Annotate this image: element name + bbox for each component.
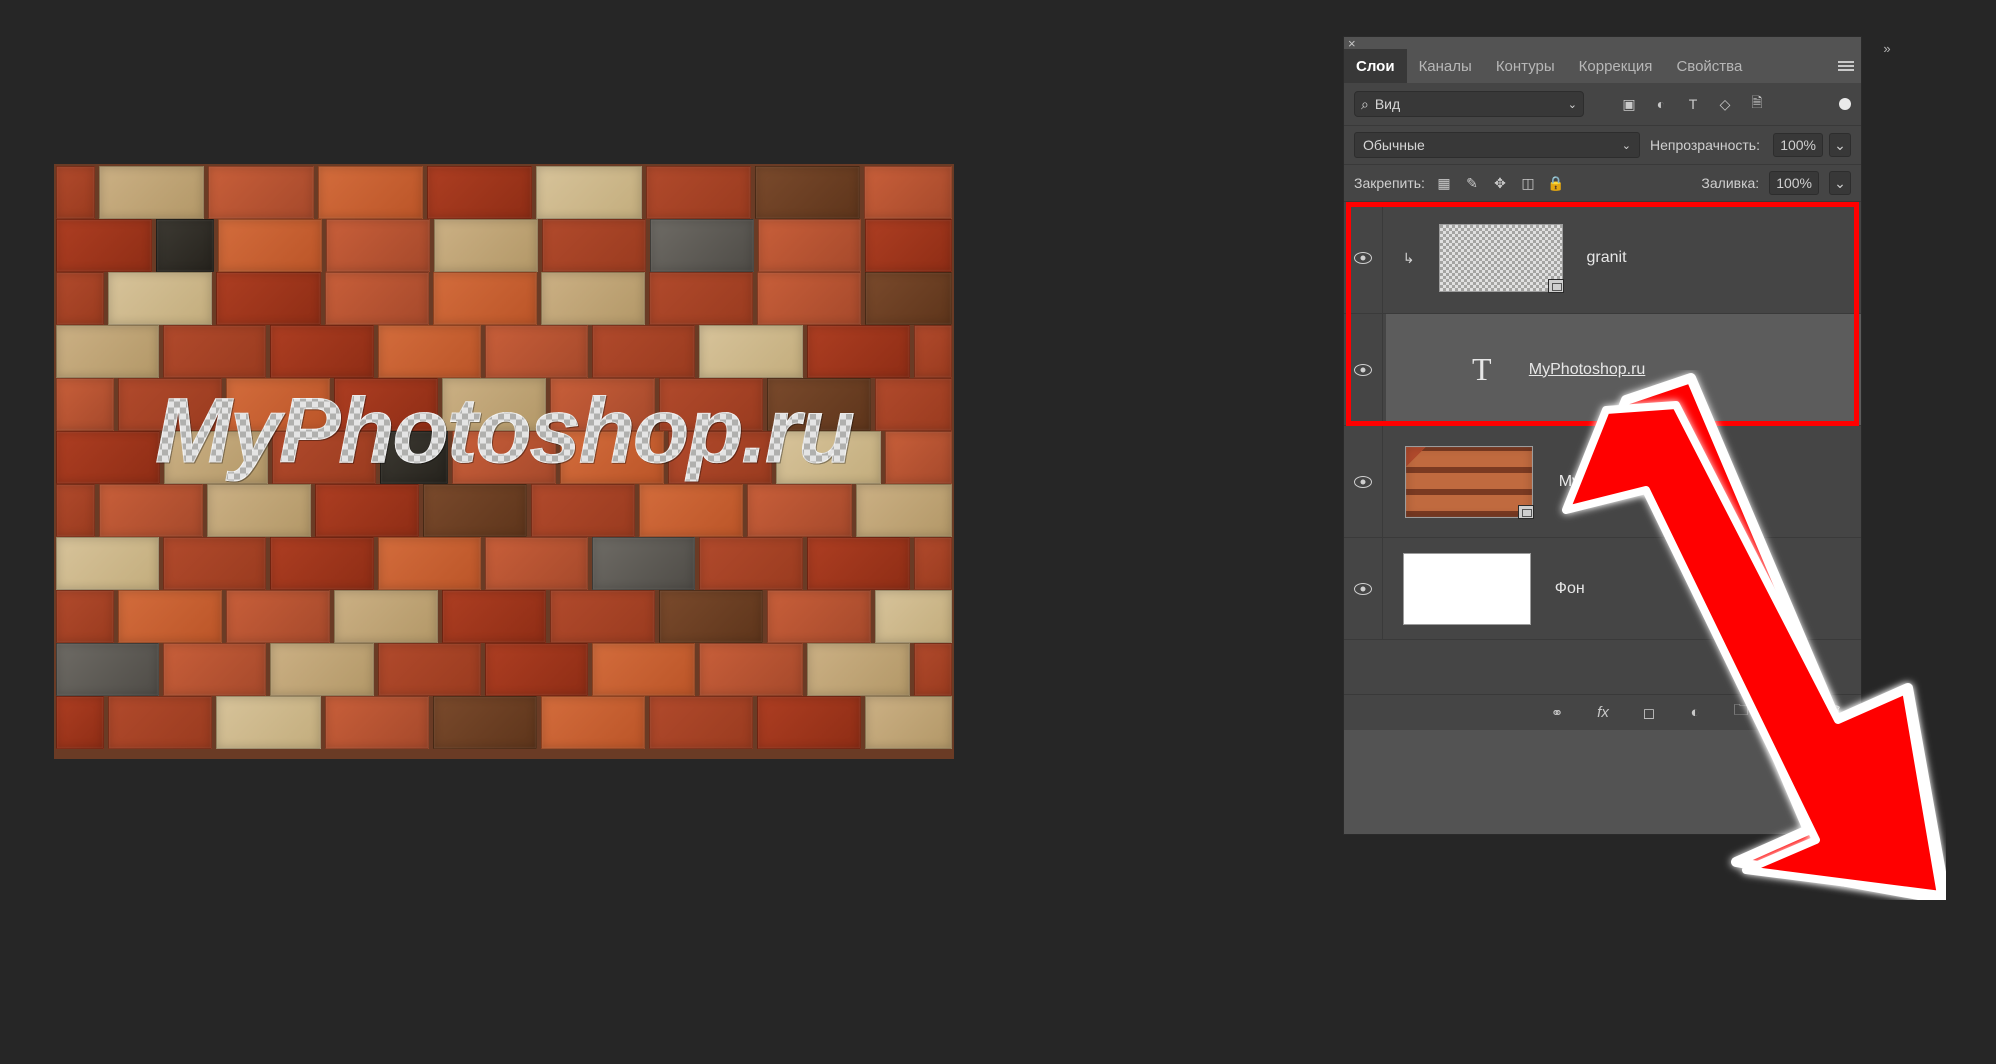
layer-thumb[interactable] (1405, 446, 1533, 518)
group-icon[interactable]: 🗀 (1731, 703, 1751, 723)
mask-icon[interactable]: ◻ (1639, 703, 1659, 723)
opacity-dropdown[interactable]: ⌄ (1829, 133, 1851, 157)
tab-layers[interactable]: Слои (1344, 49, 1407, 83)
lock-brush-icon[interactable]: ✎ (1463, 174, 1481, 192)
eye-icon (1354, 364, 1372, 376)
adjustment-icon[interactable]: ◐ (1685, 703, 1705, 723)
eye-icon (1354, 583, 1372, 595)
search-icon: ⌕ (1361, 96, 1369, 113)
link-icon[interactable]: ⚭ (1547, 703, 1567, 723)
eye-icon (1354, 476, 1372, 488)
filter-shape-icon[interactable]: ◇ (1716, 95, 1734, 113)
layer-filter-combo[interactable]: ⌕ Вид ⌄ (1354, 91, 1584, 117)
panel-tabs: Слои Каналы Контуры Коррекция Свойства (1344, 49, 1861, 83)
tab-adjustments[interactable]: Коррекция (1567, 49, 1665, 83)
eye-icon (1354, 252, 1372, 264)
blend-mode-value: Обычные (1363, 137, 1425, 153)
layer-row-granit[interactable]: ↳ granit (1344, 202, 1861, 314)
smart-object-icon (1548, 279, 1564, 293)
layers-panel: » × Слои Каналы Контуры Коррекция Свойст… (1343, 36, 1862, 835)
filter-smart-icon[interactable]: 🗎 (1748, 95, 1766, 113)
lock-crop-icon[interactable]: ◫ (1519, 174, 1537, 192)
layer-name[interactable]: MyPhotoshop.ru (1529, 361, 1646, 379)
layer-filter-label: Вид (1375, 96, 1400, 112)
lock-label: Закрепить: (1354, 175, 1425, 191)
tab-properties[interactable]: Свойства (1664, 49, 1754, 83)
filter-type-icon[interactable]: T (1684, 95, 1702, 113)
visibility-toggle[interactable] (1344, 202, 1383, 313)
clip-indicator-icon: ↳ (1403, 250, 1415, 267)
visibility-toggle[interactable] (1344, 538, 1383, 639)
new-layer-icon[interactable]: 🗔 (1777, 703, 1797, 723)
layer-name[interactable]: granit (1587, 249, 1627, 267)
opacity-value: 100% (1780, 137, 1816, 153)
filter-image-icon[interactable]: ▣ (1620, 95, 1638, 113)
layer-name[interactable]: Фон (1555, 580, 1585, 598)
fill-input[interactable]: 100% (1769, 171, 1819, 195)
canvas[interactable]: MyPhotoshop.ru (54, 164, 954, 759)
tab-channels[interactable]: Каналы (1407, 49, 1484, 83)
layer-thumb[interactable] (1439, 224, 1563, 292)
fill-label: Заливка: (1701, 175, 1759, 191)
layer-name[interactable]: MyPhotoshop (1559, 473, 1657, 491)
lock-transp-icon[interactable]: ▦ (1435, 174, 1453, 192)
visibility-toggle[interactable] (1344, 426, 1383, 537)
fx-icon[interactable]: fx (1593, 703, 1613, 723)
layer-thumb[interactable] (1403, 553, 1531, 625)
opacity-input[interactable]: 100% (1773, 133, 1823, 157)
opacity-label: Непрозрачность: (1650, 137, 1760, 153)
panel-menu-icon[interactable] (1831, 49, 1861, 83)
chevron-down-icon: ⌄ (1622, 139, 1631, 152)
tab-paths[interactable]: Контуры (1484, 49, 1567, 83)
smart-object-icon (1518, 505, 1534, 519)
filter-adjust-icon[interactable]: ◐ (1652, 95, 1670, 113)
layers-list: ↳ granit T MyPhotoshop.ru (1344, 202, 1861, 694)
canvas-text[interactable]: MyPhotoshop.ru (54, 379, 954, 484)
lock-all-icon[interactable]: 🔒 (1547, 174, 1565, 192)
fill-value: 100% (1776, 175, 1812, 191)
chevron-down-icon: ⌄ (1568, 98, 1577, 111)
layers-bottom-bar: ⚭ fx ◻ ◐ 🗀 🗔 🗑 (1344, 694, 1861, 730)
panel-collapse-icon[interactable]: » (1875, 41, 1899, 57)
type-layer-icon: T (1459, 347, 1505, 393)
filter-toggle[interactable] (1839, 98, 1851, 110)
fill-dropdown[interactable]: ⌄ (1829, 171, 1851, 195)
layer-row-myphotoshop[interactable]: MyPhotoshop (1344, 426, 1861, 538)
visibility-toggle[interactable] (1344, 314, 1383, 425)
blend-mode-combo[interactable]: Обычные ⌄ (1354, 132, 1640, 158)
layer-row-background[interactable]: Фон (1344, 538, 1861, 640)
layer-row-text[interactable]: T MyPhotoshop.ru (1344, 314, 1861, 426)
lock-move-icon[interactable]: ✥ (1491, 174, 1509, 192)
trash-icon[interactable]: 🗑 (1823, 703, 1843, 723)
